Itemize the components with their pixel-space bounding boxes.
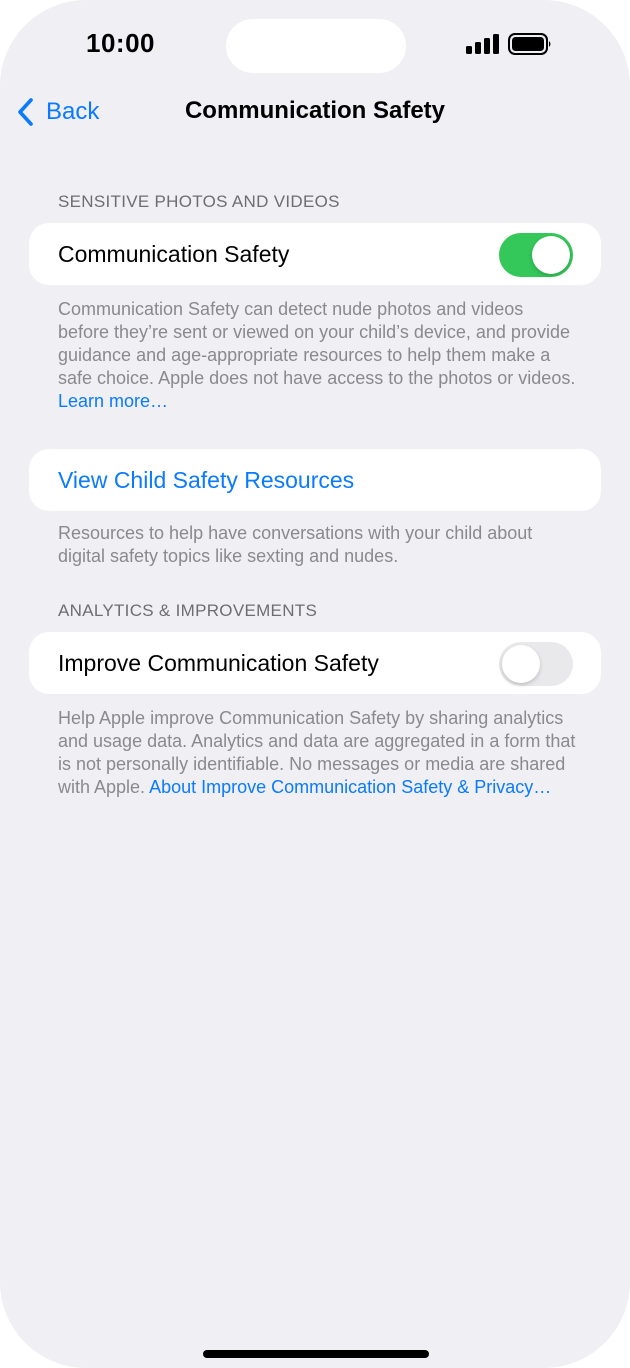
status-time: 10:00 (86, 28, 155, 58)
resources-description-text: Resources to help have conversations wit… (58, 523, 533, 566)
communication-safety-toggle[interactable] (499, 233, 573, 277)
view-child-safety-resources-cell[interactable]: View Child Safety Resources (29, 449, 601, 511)
improve-communication-safety-toggle[interactable] (499, 642, 573, 686)
learn-more-link[interactable]: Learn more… (58, 391, 168, 411)
improve-communication-safety-label: Improve Communication Safety (58, 650, 379, 676)
view-child-safety-resources-link[interactable]: View Child Safety Resources (58, 449, 354, 511)
toggle-knob (502, 645, 540, 683)
improve-communication-safety-cell: Improve Communication Safety (29, 632, 601, 694)
phone-screen: 10:00 Back Communication Safety SENSITIV… (0, 0, 630, 1368)
section-header-analytics: ANALYTICS & IMPROVEMENTS (58, 601, 318, 620)
communication-safety-label: Communication Safety (58, 241, 290, 267)
home-indicator[interactable] (203, 1350, 429, 1358)
battery-icon (508, 33, 551, 55)
analytics-description: Help Apple improve Communication Safety … (58, 707, 578, 799)
communication-safety-description: Communication Safety can detect nude pho… (58, 298, 578, 413)
dynamic-island (226, 19, 406, 73)
communication-safety-description-text: Communication Safety can detect nude pho… (58, 299, 576, 388)
about-improve-privacy-link[interactable]: About Improve Communication Safety & Pri… (149, 777, 551, 797)
cellular-signal-icon (466, 34, 500, 54)
toggle-knob (532, 236, 570, 274)
communication-safety-cell: Communication Safety (29, 223, 601, 285)
page-title: Communication Safety (184, 97, 446, 124)
section-header-sensitive: SENSITIVE PHOTOS AND VIDEOS (58, 192, 340, 211)
resources-description: Resources to help have conversations wit… (58, 522, 578, 568)
